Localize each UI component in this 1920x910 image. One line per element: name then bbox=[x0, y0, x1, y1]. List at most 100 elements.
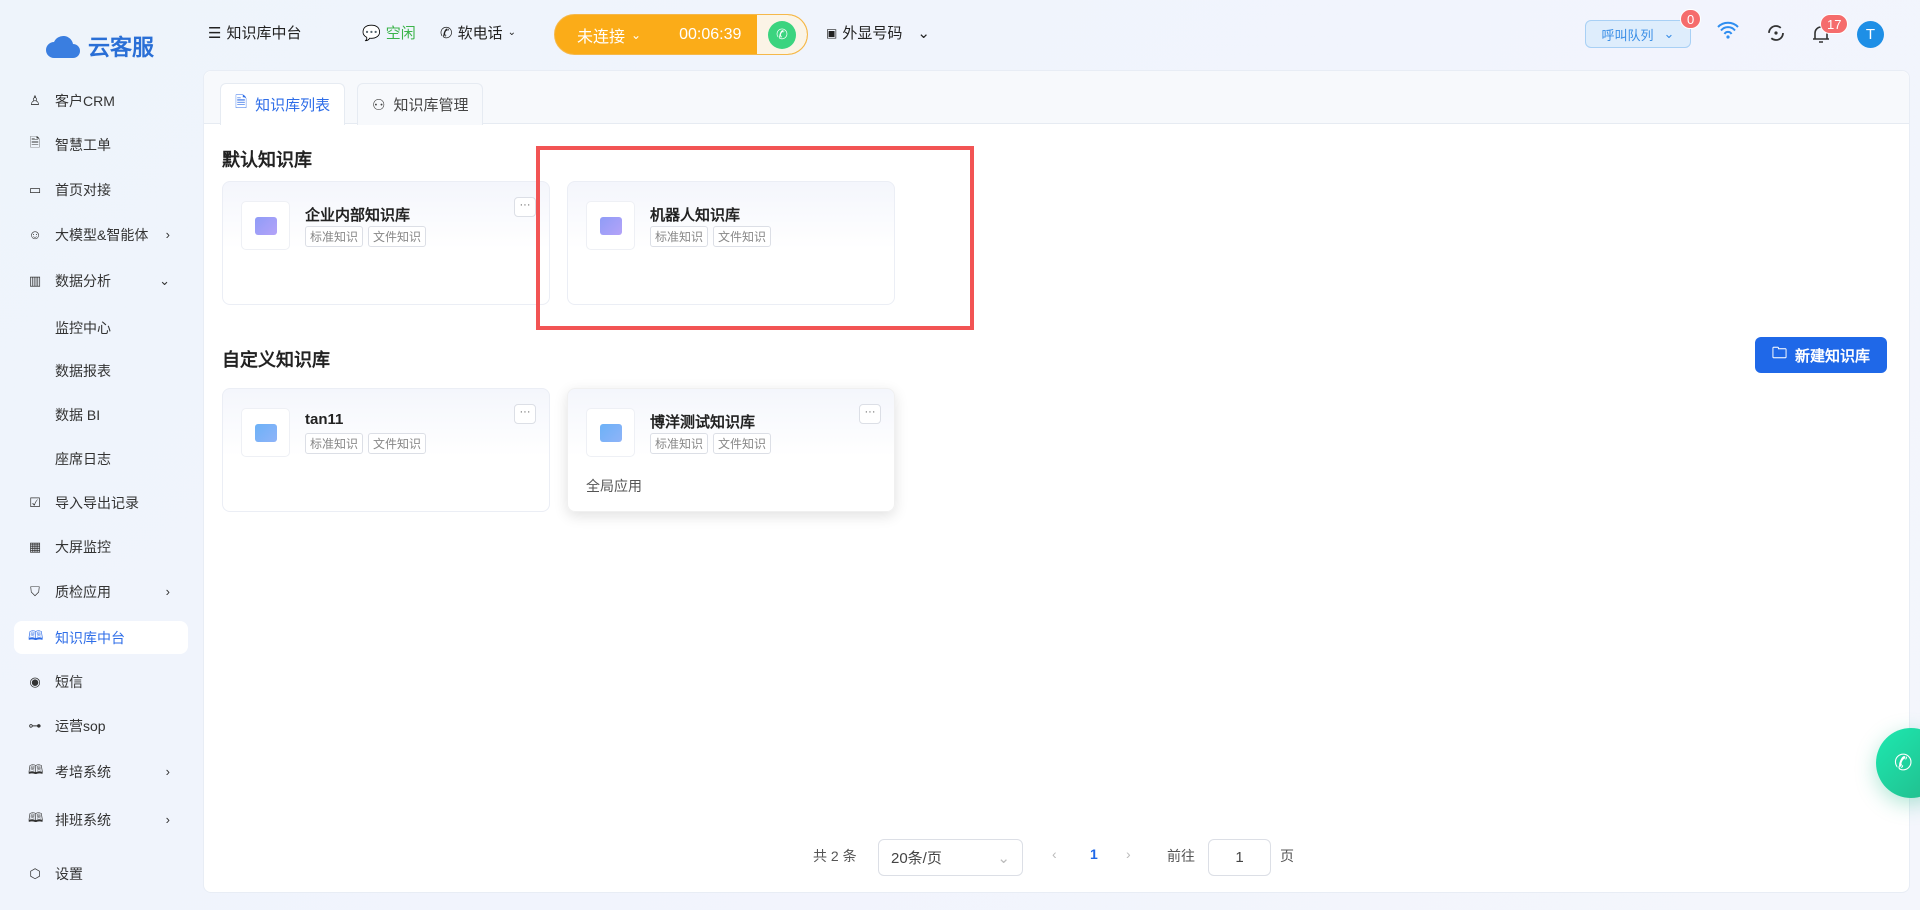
card-tag: 文件知识 bbox=[713, 433, 772, 454]
custom-section-title: 自定义知识库 bbox=[222, 350, 330, 370]
card-tag: 标准知识 bbox=[650, 433, 709, 454]
chevron-down-icon: ⌄ bbox=[507, 27, 516, 38]
goto-label: 前往 bbox=[1167, 848, 1195, 864]
next-page-button[interactable]: › bbox=[1126, 846, 1131, 862]
robot-icon: ☺ bbox=[28, 227, 42, 242]
refresh-icon[interactable] bbox=[1767, 24, 1785, 47]
sidebar-item[interactable]: ☺ 大模型&智能体 › bbox=[14, 218, 188, 251]
content-panel: 🗎 知识库列表 ⚇ 知识库管理 默认知识库 自定义知识库 企业内部知识库 标准知识文… bbox=[203, 70, 1910, 893]
wifi-icon[interactable] bbox=[1716, 20, 1740, 45]
folder-icon bbox=[586, 408, 635, 457]
folder-plus-icon: 🗀 bbox=[1771, 344, 1787, 362]
call-status-pill[interactable]: 未连接 ⌄ 00:06:39 ✆ bbox=[554, 14, 808, 55]
sidebar-item[interactable]: ☑ 导入导出记录 bbox=[14, 486, 188, 519]
card-tag: 文件知识 bbox=[368, 226, 427, 247]
sidebar-item[interactable]: 🗎 智慧工单 bbox=[14, 128, 188, 161]
call-queue-button[interactable]: 呼叫队列 ⌄ bbox=[1585, 20, 1691, 48]
page-title: 知识库中台 bbox=[226, 25, 302, 42]
chevron-right-icon: › bbox=[165, 812, 170, 827]
sidebar-item[interactable]: 数据报表 bbox=[14, 354, 188, 387]
sidebar-item[interactable]: ▭ 首页对接 bbox=[14, 173, 188, 206]
sidebar-item[interactable]: ◉ 短信 bbox=[14, 665, 188, 698]
agent-status[interactable]: 💬 空闲 bbox=[362, 22, 416, 43]
sidebar-item-label: 运营sop bbox=[55, 717, 106, 734]
card-title: 企业内部知识库 bbox=[305, 207, 411, 224]
card-scope: 全局应用 bbox=[586, 478, 642, 494]
highlight-box bbox=[536, 146, 974, 330]
card-tag: 文件知识 bbox=[368, 433, 427, 454]
sidebar-item[interactable]: ♙ 客户CRM bbox=[14, 84, 188, 117]
phone-icon: ✆ bbox=[440, 24, 453, 42]
softphone-label: 软电话 bbox=[457, 25, 503, 42]
answer-call-button[interactable]: ✆ bbox=[768, 20, 796, 49]
sidebar-item-label: 数据报表 bbox=[55, 362, 111, 379]
more-options-button[interactable]: ··· bbox=[514, 197, 536, 217]
page-size-select[interactable]: 20条/页 ⌄ bbox=[878, 839, 1023, 876]
cloud-icon bbox=[46, 35, 80, 58]
sidebar-item-label: 数据分析 bbox=[55, 272, 111, 289]
sidebar-item-label: 排班系统 bbox=[55, 811, 111, 828]
tab-label: 知识库管理 bbox=[393, 97, 469, 114]
page-suffix: 页 bbox=[1280, 848, 1294, 864]
book-icon: 🕮 bbox=[28, 627, 44, 643]
sidebar-item-label: 大屏监控 bbox=[55, 538, 111, 555]
gear-icon: ⬡ bbox=[29, 865, 41, 881]
sidebar-item[interactable]: 座席日志 bbox=[14, 442, 188, 475]
new-knowledge-base-button[interactable]: 🗀 新建知识库 bbox=[1755, 337, 1887, 373]
shield-file-icon: ⛉ bbox=[30, 583, 40, 599]
caller-id-dropdown[interactable]: ▣ 外显号码 ⌄ bbox=[826, 22, 930, 43]
calendar-check-icon: ☑ bbox=[29, 494, 41, 510]
queue-label: 呼叫队列 bbox=[1601, 27, 1654, 43]
bar-chart-icon: ▥ bbox=[28, 272, 42, 288]
sidebar-item-label: 客户CRM bbox=[55, 92, 115, 109]
user-manage-icon: ⚇ bbox=[372, 96, 386, 114]
card-tag: 标准知识 bbox=[305, 226, 364, 247]
prev-page-button[interactable]: ‹ bbox=[1052, 846, 1057, 862]
sidebar-item[interactable]: ▥ 数据分析 ⌄ bbox=[14, 264, 188, 297]
monitor-icon: ▭ bbox=[28, 181, 42, 197]
card-title: 博洋测试知识库 bbox=[650, 414, 756, 431]
sidebar-item[interactable]: ▦ 大屏监控 bbox=[14, 530, 188, 563]
sidebar-item[interactable]: 🕮 排班系统 › bbox=[14, 803, 188, 836]
knowledge-base-card[interactable]: 博洋测试知识库 标准知识 文件知识 ··· 全局应用 bbox=[567, 388, 895, 512]
chevron-down-icon: ⌄ bbox=[997, 849, 1010, 867]
goto-page-input[interactable]: 1 bbox=[1208, 839, 1271, 876]
tab-knowledge-manage[interactable]: ⚇ 知识库管理 bbox=[357, 83, 484, 125]
tab-label: 知识库列表 bbox=[255, 97, 331, 114]
tab-knowledge-list[interactable]: 🗎 知识库列表 bbox=[220, 83, 346, 125]
sidebar-item-label: 智慧工单 bbox=[55, 136, 111, 153]
knowledge-base-card[interactable]: 企业内部知识库 标准知识 文件知识 ··· bbox=[222, 181, 550, 305]
chevron-right-icon: › bbox=[165, 584, 170, 599]
book-icon: 🕮 bbox=[28, 761, 44, 777]
user-icon: ♙ bbox=[29, 92, 41, 108]
knowledge-base-card[interactable]: tan11 标准知识 文件知识 ··· bbox=[222, 388, 550, 512]
logo[interactable]: 云客服 bbox=[46, 30, 154, 62]
sidebar-item[interactable]: 🕮 考培系统 › bbox=[14, 755, 188, 788]
sidebar-item-label: 导入导出记录 bbox=[55, 494, 139, 511]
sidebar-item[interactable]: ⊶ 运营sop bbox=[14, 709, 188, 742]
sidebar-item-label: 首页对接 bbox=[55, 181, 111, 198]
page-1[interactable]: 1 bbox=[1090, 846, 1098, 862]
sidebar-item[interactable]: ⛉ 质检应用 › bbox=[14, 575, 188, 608]
sidebar-item-label: 监控中心 bbox=[55, 319, 111, 336]
status-text: 空闲 bbox=[385, 25, 416, 42]
caller-id-label: 外显号码 bbox=[842, 25, 903, 42]
menu-toggle[interactable]: ☰ 知识库中台 bbox=[208, 22, 301, 43]
folder-icon bbox=[241, 201, 290, 250]
more-options-button[interactable]: ··· bbox=[514, 404, 536, 424]
softphone-dropdown[interactable]: ✆ 软电话 ⌄ bbox=[440, 22, 516, 43]
avatar[interactable]: T bbox=[1857, 21, 1884, 48]
more-options-button[interactable]: ··· bbox=[859, 404, 881, 424]
sidebar-item[interactable]: 监控中心 bbox=[14, 311, 188, 344]
sidebar-item[interactable]: ⬡ 设置 bbox=[14, 857, 188, 890]
document-icon: 🗎 bbox=[29, 134, 41, 150]
screen-chart-icon: ▦ bbox=[28, 538, 42, 554]
book-icon: 🕮 bbox=[28, 809, 44, 825]
chevron-down-icon: ⌄ bbox=[159, 272, 170, 288]
call-state[interactable]: 未连接 bbox=[577, 23, 625, 47]
sidebar-item[interactable]: 数据 BI bbox=[14, 398, 188, 431]
default-section-title: 默认知识库 bbox=[222, 150, 312, 170]
card-tag: 标准知识 bbox=[305, 433, 364, 454]
sidebar-item[interactable]: 🕮 知识库中台 bbox=[14, 621, 188, 654]
sidebar-item-label: 质检应用 bbox=[55, 583, 111, 600]
